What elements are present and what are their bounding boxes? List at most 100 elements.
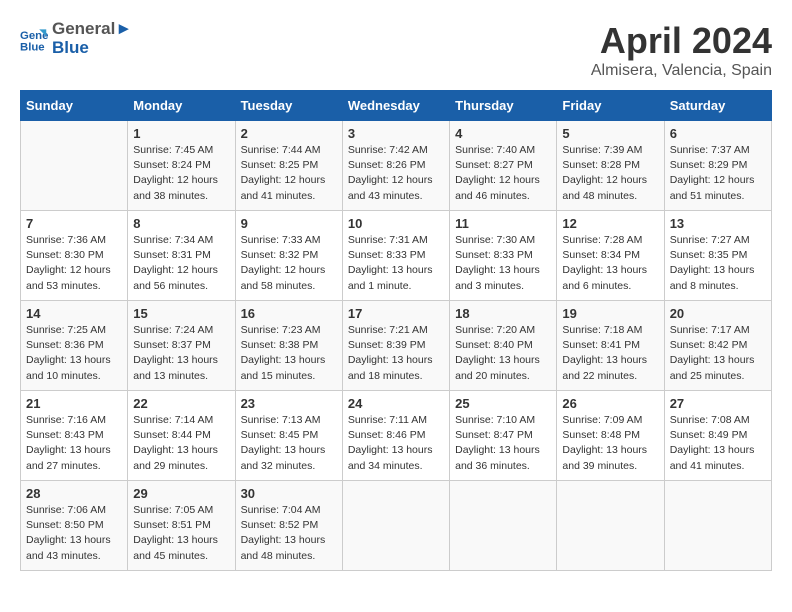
- calendar-cell: 7 Sunrise: 7:36 AM Sunset: 8:30 PM Daylig…: [21, 211, 128, 301]
- cell-info: Sunrise: 7:21 AM Sunset: 8:39 PM Dayligh…: [348, 323, 444, 384]
- calendar-cell: 8Sunrise: 7:34 AM Sunset: 8:31 PM Daylig…: [128, 211, 235, 301]
- day-number: 1: [133, 126, 229, 141]
- day-number: 10: [348, 216, 444, 231]
- day-number: 29: [133, 486, 229, 501]
- calendar-cell: 29 Sunrise: 7:05 AM Sunset: 8:51 PM Dayli…: [128, 481, 235, 571]
- day-number: 30: [241, 486, 337, 501]
- day-number: 27: [670, 396, 766, 411]
- logo: General Blue General► Blue: [20, 20, 132, 57]
- logo-icon: General Blue: [20, 25, 48, 53]
- weekday-header: Monday: [128, 91, 235, 121]
- cell-info: Sunrise: 7:06 AM Sunset: 8:50 PM Dayligh…: [26, 503, 122, 564]
- calendar-week-row: 28 Sunrise: 7:06 AM Sunset: 8:50 PM Dayli…: [21, 481, 772, 571]
- logo-text2: Blue: [52, 39, 132, 58]
- weekday-header: Thursday: [450, 91, 557, 121]
- title-block: April 2024 Almisera, Valencia, Spain: [591, 20, 772, 80]
- cell-info: Sunrise: 7:42 AM Sunset: 8:26 PM Dayligh…: [348, 143, 444, 204]
- calendar-cell: 17 Sunrise: 7:21 AM Sunset: 8:39 PM Dayli…: [342, 301, 449, 391]
- day-number: 14: [26, 306, 122, 321]
- calendar-cell: [557, 481, 664, 571]
- cell-info: Sunrise: 7:44 AM Sunset: 8:25 PM Dayligh…: [241, 143, 337, 204]
- location: Almisera, Valencia, Spain: [591, 62, 772, 80]
- calendar-cell: 6Sunrise: 7:37 AM Sunset: 8:29 PM Daylig…: [664, 121, 771, 211]
- cell-info: Sunrise: 7:13 AM Sunset: 8:45 PM Dayligh…: [241, 413, 337, 474]
- day-number: 7: [26, 216, 122, 231]
- cell-info: Sunrise: 7:27 AM Sunset: 8:35 PM Dayligh…: [670, 233, 766, 294]
- day-number: 23: [241, 396, 337, 411]
- day-number: 4: [455, 126, 551, 141]
- calendar-cell: 5 Sunrise: 7:39 AM Sunset: 8:28 PM Daylig…: [557, 121, 664, 211]
- day-number: 18: [455, 306, 551, 321]
- calendar-cell: 10 Sunrise: 7:31 AM Sunset: 8:33 PM Dayli…: [342, 211, 449, 301]
- calendar-body: 1Sunrise: 7:45 AM Sunset: 8:24 PM Daylig…: [21, 121, 772, 571]
- weekday-header: Friday: [557, 91, 664, 121]
- cell-info: Sunrise: 7:08 AM Sunset: 8:49 PM Dayligh…: [670, 413, 766, 474]
- calendar-cell: [342, 481, 449, 571]
- cell-info: Sunrise: 7:31 AM Sunset: 8:33 PM Dayligh…: [348, 233, 444, 294]
- day-number: 8: [133, 216, 229, 231]
- cell-info: Sunrise: 7:11 AM Sunset: 8:46 PM Dayligh…: [348, 413, 444, 474]
- calendar-week-row: 1Sunrise: 7:45 AM Sunset: 8:24 PM Daylig…: [21, 121, 772, 211]
- day-number: 11: [455, 216, 551, 231]
- calendar-cell: 11 Sunrise: 7:30 AM Sunset: 8:33 PM Dayli…: [450, 211, 557, 301]
- cell-info: Sunrise: 7:05 AM Sunset: 8:51 PM Dayligh…: [133, 503, 229, 564]
- calendar-cell: 25Sunrise: 7:10 AM Sunset: 8:47 PM Dayli…: [450, 391, 557, 481]
- day-number: 25: [455, 396, 551, 411]
- calendar-header-row: SundayMondayTuesdayWednesdayThursdayFrid…: [21, 91, 772, 121]
- cell-info: Sunrise: 7:30 AM Sunset: 8:33 PM Dayligh…: [455, 233, 551, 294]
- calendar-cell: 28 Sunrise: 7:06 AM Sunset: 8:50 PM Dayli…: [21, 481, 128, 571]
- calendar-cell: 12 Sunrise: 7:28 AM Sunset: 8:34 PM Dayli…: [557, 211, 664, 301]
- calendar-cell: 15 Sunrise: 7:24 AM Sunset: 8:37 PM Dayli…: [128, 301, 235, 391]
- day-number: 16: [241, 306, 337, 321]
- day-number: 15: [133, 306, 229, 321]
- day-number: 21: [26, 396, 122, 411]
- cell-info: Sunrise: 7:25 AM Sunset: 8:36 PM Dayligh…: [26, 323, 122, 384]
- day-number: 28: [26, 486, 122, 501]
- calendar-cell: 26 Sunrise: 7:09 AM Sunset: 8:48 PM Dayli…: [557, 391, 664, 481]
- weekday-header: Wednesday: [342, 91, 449, 121]
- cell-info: Sunrise: 7:16 AM Sunset: 8:43 PM Dayligh…: [26, 413, 122, 474]
- calendar-cell: 24 Sunrise: 7:11 AM Sunset: 8:46 PM Dayli…: [342, 391, 449, 481]
- calendar-cell: 30 Sunrise: 7:04 AM Sunset: 8:52 PM Dayli…: [235, 481, 342, 571]
- cell-info: Sunrise: 7:39 AM Sunset: 8:28 PM Dayligh…: [562, 143, 658, 204]
- weekday-header: Tuesday: [235, 91, 342, 121]
- cell-info: Sunrise: 7:37 AM Sunset: 8:29 PM Dayligh…: [670, 143, 766, 204]
- cell-info: Sunrise: 7:33 AM Sunset: 8:32 PM Dayligh…: [241, 233, 337, 294]
- cell-info: Sunrise: 7:28 AM Sunset: 8:34 PM Dayligh…: [562, 233, 658, 294]
- calendar-week-row: 7 Sunrise: 7:36 AM Sunset: 8:30 PM Daylig…: [21, 211, 772, 301]
- day-number: 5: [562, 126, 658, 141]
- day-number: 24: [348, 396, 444, 411]
- cell-info: Sunrise: 7:20 AM Sunset: 8:40 PM Dayligh…: [455, 323, 551, 384]
- cell-info: Sunrise: 7:23 AM Sunset: 8:38 PM Dayligh…: [241, 323, 337, 384]
- cell-info: Sunrise: 7:04 AM Sunset: 8:52 PM Dayligh…: [241, 503, 337, 564]
- calendar-cell: 2 Sunrise: 7:44 AM Sunset: 8:25 PM Daylig…: [235, 121, 342, 211]
- day-number: 20: [670, 306, 766, 321]
- calendar-cell: 21 Sunrise: 7:16 AM Sunset: 8:43 PM Dayli…: [21, 391, 128, 481]
- calendar-cell: 14 Sunrise: 7:25 AM Sunset: 8:36 PM Dayli…: [21, 301, 128, 391]
- weekday-header: Sunday: [21, 91, 128, 121]
- cell-info: Sunrise: 7:17 AM Sunset: 8:42 PM Dayligh…: [670, 323, 766, 384]
- calendar-cell: 27 Sunrise: 7:08 AM Sunset: 8:49 PM Dayli…: [664, 391, 771, 481]
- calendar-cell: 19 Sunrise: 7:18 AM Sunset: 8:41 PM Dayli…: [557, 301, 664, 391]
- calendar-cell: 3 Sunrise: 7:42 AM Sunset: 8:26 PM Daylig…: [342, 121, 449, 211]
- calendar-cell: 1Sunrise: 7:45 AM Sunset: 8:24 PM Daylig…: [128, 121, 235, 211]
- day-number: 17: [348, 306, 444, 321]
- cell-info: Sunrise: 7:36 AM Sunset: 8:30 PM Dayligh…: [26, 233, 122, 294]
- month-title: April 2024: [591, 20, 772, 62]
- day-number: 3: [348, 126, 444, 141]
- day-number: 13: [670, 216, 766, 231]
- day-number: 19: [562, 306, 658, 321]
- cell-info: Sunrise: 7:24 AM Sunset: 8:37 PM Dayligh…: [133, 323, 229, 384]
- cell-info: Sunrise: 7:09 AM Sunset: 8:48 PM Dayligh…: [562, 413, 658, 474]
- cell-info: Sunrise: 7:40 AM Sunset: 8:27 PM Dayligh…: [455, 143, 551, 204]
- cell-info: Sunrise: 7:18 AM Sunset: 8:41 PM Dayligh…: [562, 323, 658, 384]
- weekday-header: Saturday: [664, 91, 771, 121]
- day-number: 9: [241, 216, 337, 231]
- calendar-cell: 13 Sunrise: 7:27 AM Sunset: 8:35 PM Dayli…: [664, 211, 771, 301]
- day-number: 26: [562, 396, 658, 411]
- day-number: 12: [562, 216, 658, 231]
- day-number: 2: [241, 126, 337, 141]
- page-header: General Blue General► Blue April 2024 Al…: [20, 20, 772, 80]
- logo-text: General►: [52, 20, 132, 39]
- calendar-week-row: 21 Sunrise: 7:16 AM Sunset: 8:43 PM Dayli…: [21, 391, 772, 481]
